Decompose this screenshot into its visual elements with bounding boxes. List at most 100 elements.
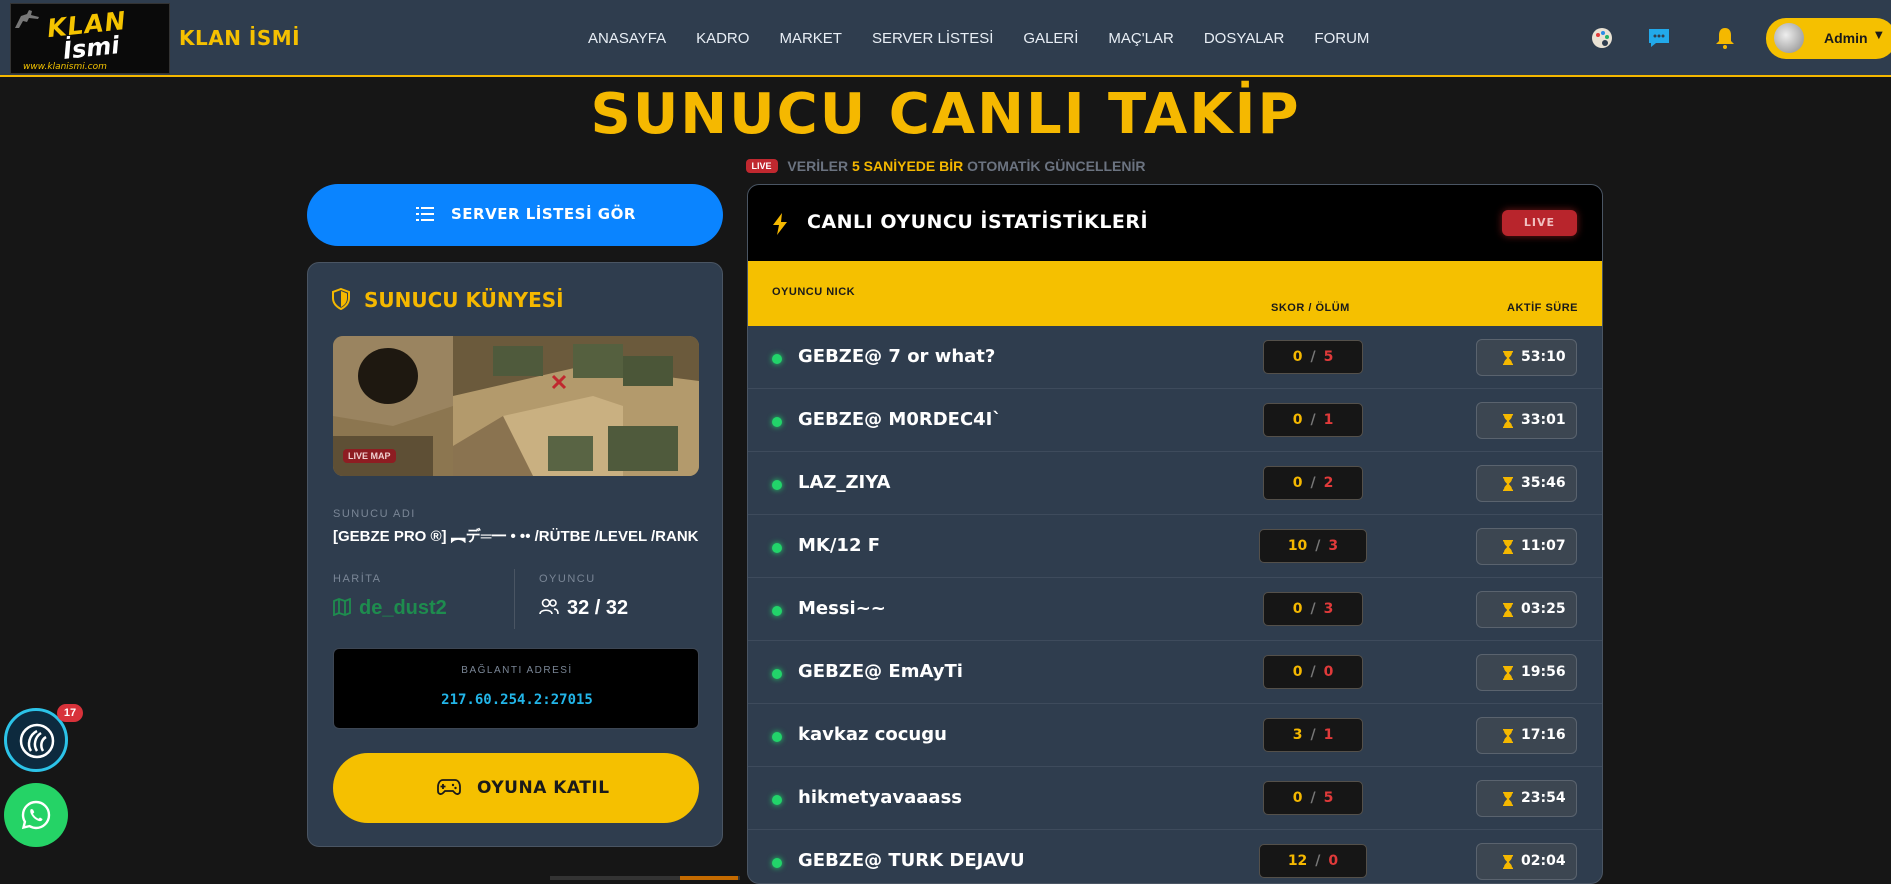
player-deaths: 1 <box>1323 727 1334 743</box>
avatar <box>1774 23 1804 53</box>
hourglass-icon <box>1503 351 1513 365</box>
player-score: 3 <box>1292 727 1303 743</box>
menu-item-kadro[interactable]: KADRO <box>696 30 749 47</box>
info-divider <box>514 569 515 629</box>
player-score: 0 <box>1292 475 1303 491</box>
menu-item-galeri[interactable]: GALERİ <box>1023 30 1078 47</box>
player-nick: GEBZE@ M0RDEC4I` <box>798 409 1002 430</box>
players-value: 32 / 32 <box>539 597 628 620</box>
hourglass-icon <box>1503 855 1513 869</box>
players-label: OYUNCU <box>539 573 596 585</box>
score-death-box: 0 / 0 <box>1263 655 1363 689</box>
stats-title: CANLI OYUNCU İSTATİSTİKLERİ <box>807 211 1149 233</box>
score-separator: / <box>1315 538 1321 554</box>
score-separator: / <box>1315 853 1321 869</box>
player-score: 0 <box>1292 349 1303 365</box>
active-time-box: 33:01 <box>1476 402 1577 439</box>
online-status-dot <box>772 858 782 868</box>
server-address[interactable]: 217.60.254.2:27015 <box>334 692 700 708</box>
discord-float-button[interactable]: 17 <box>4 704 83 772</box>
chevron-down-icon: ▼ <box>1875 30 1883 41</box>
player-row: GEBZE@ TURK DEJAVU 12 / 0 02:04 <box>748 830 1602 883</box>
player-deaths: 0 <box>1328 853 1339 869</box>
address-label: BAĞLANTI ADRESİ <box>461 665 573 676</box>
map-value: de_dust2 <box>333 597 447 620</box>
server-list-button[interactable]: SERVER LİSTESİ GÖR <box>307 184 723 246</box>
users-icon <box>539 598 559 615</box>
menu-item-market[interactable]: MARKET <box>779 30 842 47</box>
chat-icon[interactable] <box>1647 26 1671 50</box>
score-separator: / <box>1310 475 1316 491</box>
menu-item-forum[interactable]: FORUM <box>1314 30 1369 47</box>
main-menu: ANASAYFA KADRO MARKET SERVER LİSTESİ GAL… <box>588 30 1399 47</box>
soldier-icon <box>15 10 39 28</box>
menu-item-maclar[interactable]: MAÇ'LAR <box>1108 30 1173 47</box>
menu-item-server-listesi[interactable]: SERVER LİSTESİ <box>872 30 993 47</box>
table-header: OYUNCU NICK SKOR / ÖLÜM AKTİF SÜRE <box>748 261 1602 326</box>
hourglass-icon <box>1503 666 1513 680</box>
score-death-box: 0 / 5 <box>1263 781 1363 815</box>
top-navbar: KLAN İsmi www.klanismi.com KLAN İSMİ ANA… <box>0 0 1891 77</box>
player-score: 10 <box>1287 538 1308 554</box>
column-active-time: AKTİF SÜRE <box>1507 302 1578 314</box>
active-time-box: 17:16 <box>1476 717 1577 754</box>
map-name: de_dust2 <box>359 597 447 619</box>
player-row: Messi~~ 0 / 3 03:25 <box>748 578 1602 641</box>
online-status-dot <box>772 669 782 679</box>
brand-name[interactable]: KLAN İSMİ <box>179 26 300 50</box>
page-title: SUNUCU CANLI TAKİP <box>590 82 1301 147</box>
connection-address-box[interactable]: BAĞLANTI ADRESİ 217.60.254.2:27015 <box>333 648 699 729</box>
palette-icon[interactable] <box>1590 26 1614 50</box>
user-name: Admin <box>1824 30 1868 46</box>
menu-item-dosyalar[interactable]: DOSYALAR <box>1204 30 1285 47</box>
user-menu-button[interactable]: Admin ▼ <box>1766 18 1891 59</box>
live-badge-table: LIVE <box>1502 210 1577 236</box>
gamepad-icon <box>437 779 461 795</box>
active-time: 17:16 <box>1521 727 1566 743</box>
active-time-box: 35:46 <box>1476 465 1577 502</box>
menu-item-anasayfa[interactable]: ANASAYFA <box>588 30 666 47</box>
score-death-box: 0 / 1 <box>1263 403 1363 437</box>
active-time-box: 23:54 <box>1476 780 1577 817</box>
logo-url: www.klanismi.com <box>23 62 107 72</box>
player-score: 0 <box>1292 790 1303 806</box>
bell-icon[interactable] <box>1713 26 1737 50</box>
player-score: 12 <box>1287 853 1308 869</box>
player-nick: MK/12 F <box>798 535 881 556</box>
online-status-dot <box>772 543 782 553</box>
column-nick: OYUNCU NICK <box>772 286 856 298</box>
site-logo[interactable]: KLAN İsmi www.klanismi.com <box>10 3 170 74</box>
player-deaths: 5 <box>1323 790 1334 806</box>
player-row: kavkaz cocugu 3 / 1 17:16 <box>748 704 1602 767</box>
player-nick: LAZ_ZIYA <box>798 472 891 493</box>
player-deaths: 1 <box>1323 412 1334 428</box>
active-time: 02:04 <box>1521 853 1566 869</box>
list-icon <box>416 207 434 221</box>
map-preview-image: LIVE MAP <box>333 336 699 476</box>
hourglass-icon <box>1503 603 1513 617</box>
online-status-dot <box>772 417 782 427</box>
player-deaths: 3 <box>1328 538 1339 554</box>
whatsapp-float-button[interactable] <box>4 783 68 847</box>
player-row: GEBZE@ EmAyTi 0 / 0 19:56 <box>748 641 1602 704</box>
player-nick: GEBZE@ EmAyTi <box>798 661 963 682</box>
player-score: 0 <box>1292 412 1303 428</box>
score-death-box: 10 / 3 <box>1259 529 1367 563</box>
active-time: 19:56 <box>1521 664 1566 680</box>
online-status-dot <box>772 795 782 805</box>
score-death-box: 3 / 1 <box>1263 718 1363 752</box>
active-time: 35:46 <box>1521 475 1566 491</box>
player-deaths: 5 <box>1323 349 1334 365</box>
online-status-dot <box>772 354 782 364</box>
map-label: HARİTA <box>333 573 382 585</box>
score-separator: / <box>1310 601 1316 617</box>
join-game-button[interactable]: OYUNA KATIL <box>333 753 699 823</box>
shield-icon <box>332 288 350 310</box>
player-deaths: 3 <box>1323 601 1334 617</box>
player-score: 0 <box>1292 601 1303 617</box>
column-score-death: SKOR / ÖLÜM <box>1271 302 1350 314</box>
active-time: 23:54 <box>1521 790 1566 806</box>
active-time: 53:10 <box>1521 349 1566 365</box>
online-status-dot <box>772 732 782 742</box>
active-time: 03:25 <box>1521 601 1566 617</box>
